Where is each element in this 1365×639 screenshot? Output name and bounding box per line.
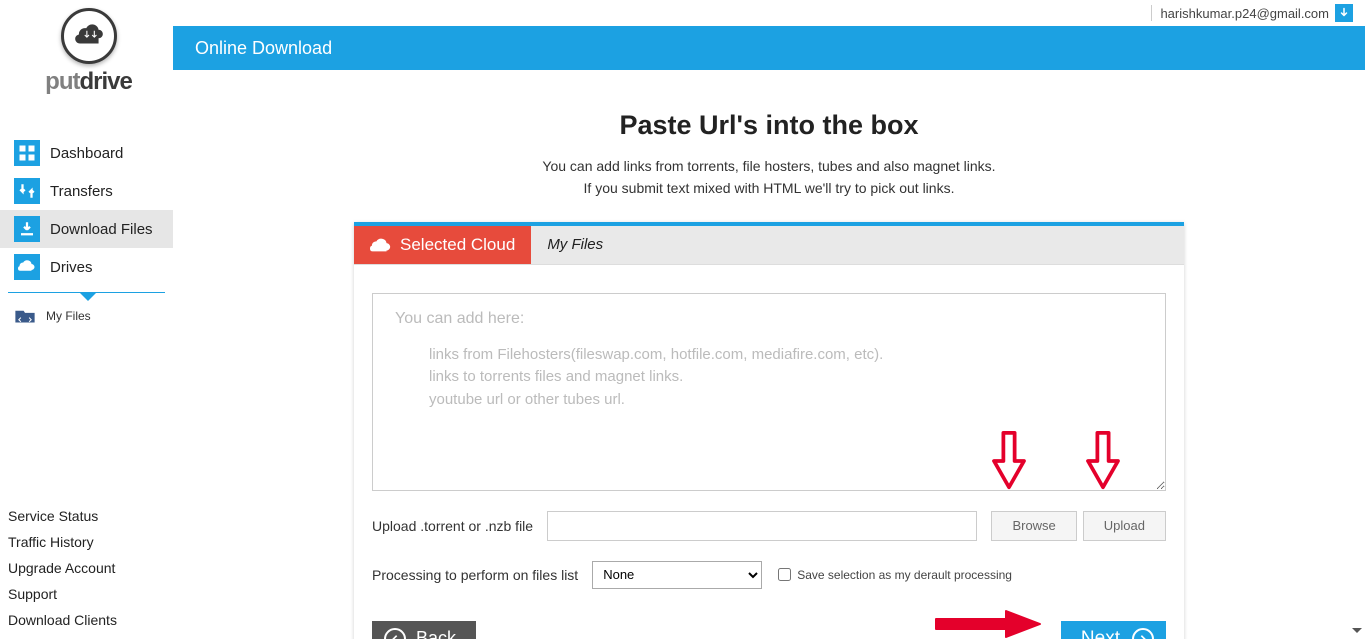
logo-circle bbox=[61, 8, 117, 64]
placeholder-line: links from Filehosters(fileswap.com, hot… bbox=[429, 344, 1143, 367]
sidebar-item-label: Download Files bbox=[50, 221, 153, 238]
placeholder-lines: links from Filehosters(fileswap.com, hot… bbox=[395, 344, 1143, 412]
subtext: You can add links from torrents, file ho… bbox=[173, 155, 1365, 200]
placeholder-line: links to torrents files and magnet links… bbox=[429, 366, 1143, 389]
annotation-arrow-down-icon bbox=[990, 431, 1028, 491]
nav-divider bbox=[8, 292, 165, 293]
upload-row: Upload .torrent or .nzb file Browse Uplo… bbox=[372, 511, 1166, 541]
sidebar-item-label: Transfers bbox=[50, 183, 113, 200]
processing-row: Processing to perform on files list None… bbox=[372, 561, 1166, 589]
next-label: Next bbox=[1081, 628, 1120, 639]
wizard-nav: Back Next bbox=[354, 599, 1184, 639]
sidebar: putdrive Dashboard Transfers Download Fi… bbox=[0, 0, 173, 639]
chevron-right-icon bbox=[1132, 628, 1154, 639]
footer-traffic-history[interactable]: Traffic History bbox=[8, 529, 117, 555]
file-exchange-icon bbox=[14, 308, 36, 324]
sidebar-sub-label: My Files bbox=[46, 309, 91, 323]
footer-download-clients[interactable]: Download Clients bbox=[8, 607, 117, 633]
main-content: Paste Url's into the box You can add lin… bbox=[173, 80, 1365, 639]
selected-cloud-badge[interactable]: Selected Cloud bbox=[354, 226, 531, 264]
browse-button[interactable]: Browse bbox=[991, 511, 1076, 541]
save-default-wrap[interactable]: Save selection as my derault processing bbox=[778, 568, 1012, 582]
cloud-icon bbox=[14, 254, 40, 280]
save-default-label: Save selection as my derault processing bbox=[797, 568, 1012, 582]
card-body: You can add here: links from Filehosters… bbox=[354, 265, 1184, 599]
placeholder-head: You can add here: bbox=[395, 310, 1143, 328]
separator bbox=[1151, 5, 1152, 21]
heading: Paste Url's into the box bbox=[173, 110, 1365, 141]
file-path-input[interactable] bbox=[547, 511, 977, 541]
page-header: Online Download bbox=[173, 26, 1365, 70]
footer-links: Service Status Traffic History Upgrade A… bbox=[8, 503, 117, 633]
sidebar-item-download-files[interactable]: Download Files bbox=[0, 210, 173, 248]
footer-support[interactable]: Support bbox=[8, 581, 117, 607]
logo[interactable]: putdrive bbox=[0, 0, 173, 106]
top-bar: harishkumar.p24@gmail.com bbox=[0, 0, 1365, 26]
back-label: Back bbox=[416, 628, 456, 639]
page-title: Online Download bbox=[195, 38, 332, 59]
processing-select[interactable]: None bbox=[592, 561, 762, 589]
url-textarea[interactable]: You can add here: links from Filehosters… bbox=[372, 293, 1166, 491]
cloud-icon bbox=[72, 24, 106, 48]
sidebar-item-transfers[interactable]: Transfers bbox=[0, 172, 173, 210]
subtext-line: You can add links from torrents, file ho… bbox=[173, 155, 1365, 177]
user-email[interactable]: harishkumar.p24@gmail.com bbox=[1160, 6, 1329, 21]
save-default-checkbox[interactable] bbox=[778, 568, 791, 581]
upload-card: Selected Cloud My Files You can add here… bbox=[354, 222, 1184, 639]
card-header: Selected Cloud My Files bbox=[354, 226, 1184, 265]
sidebar-item-label: Drives bbox=[50, 259, 93, 276]
scroll-down-icon[interactable] bbox=[1348, 622, 1365, 639]
transfers-icon bbox=[14, 178, 40, 204]
sidebar-sub-my-files[interactable]: My Files bbox=[0, 301, 173, 331]
sidebar-item-label: Dashboard bbox=[50, 145, 123, 162]
logo-text: putdrive bbox=[14, 68, 163, 96]
annotation-arrow-down-icon bbox=[1084, 431, 1122, 491]
main-scroll[interactable]: Paste Url's into the box You can add lin… bbox=[173, 80, 1365, 639]
annotation-arrow-right-icon bbox=[934, 607, 1044, 639]
my-files-cloud[interactable]: My Files bbox=[531, 227, 619, 262]
processing-label: Processing to perform on files list bbox=[372, 567, 578, 583]
dropdown-icon[interactable] bbox=[1335, 4, 1353, 22]
chevron-left-icon bbox=[384, 628, 406, 639]
selected-cloud-label: Selected Cloud bbox=[400, 235, 515, 255]
cloud-icon bbox=[370, 237, 392, 253]
footer-upgrade-account[interactable]: Upgrade Account bbox=[8, 555, 117, 581]
back-button[interactable]: Back bbox=[372, 621, 476, 639]
upload-button[interactable]: Upload bbox=[1083, 511, 1166, 541]
sidebar-item-dashboard[interactable]: Dashboard bbox=[0, 134, 173, 172]
sidebar-item-drives[interactable]: Drives bbox=[0, 248, 173, 286]
subtext-line: If you submit text mixed with HTML we'll… bbox=[173, 177, 1365, 199]
grid-icon bbox=[14, 140, 40, 166]
nav: Dashboard Transfers Download Files Drive… bbox=[0, 134, 173, 331]
upload-label: Upload .torrent or .nzb file bbox=[372, 518, 533, 534]
next-button[interactable]: Next bbox=[1061, 621, 1166, 639]
placeholder-line: youtube url or other tubes url. bbox=[429, 389, 1143, 412]
footer-service-status[interactable]: Service Status bbox=[8, 503, 117, 529]
download-icon bbox=[14, 216, 40, 242]
